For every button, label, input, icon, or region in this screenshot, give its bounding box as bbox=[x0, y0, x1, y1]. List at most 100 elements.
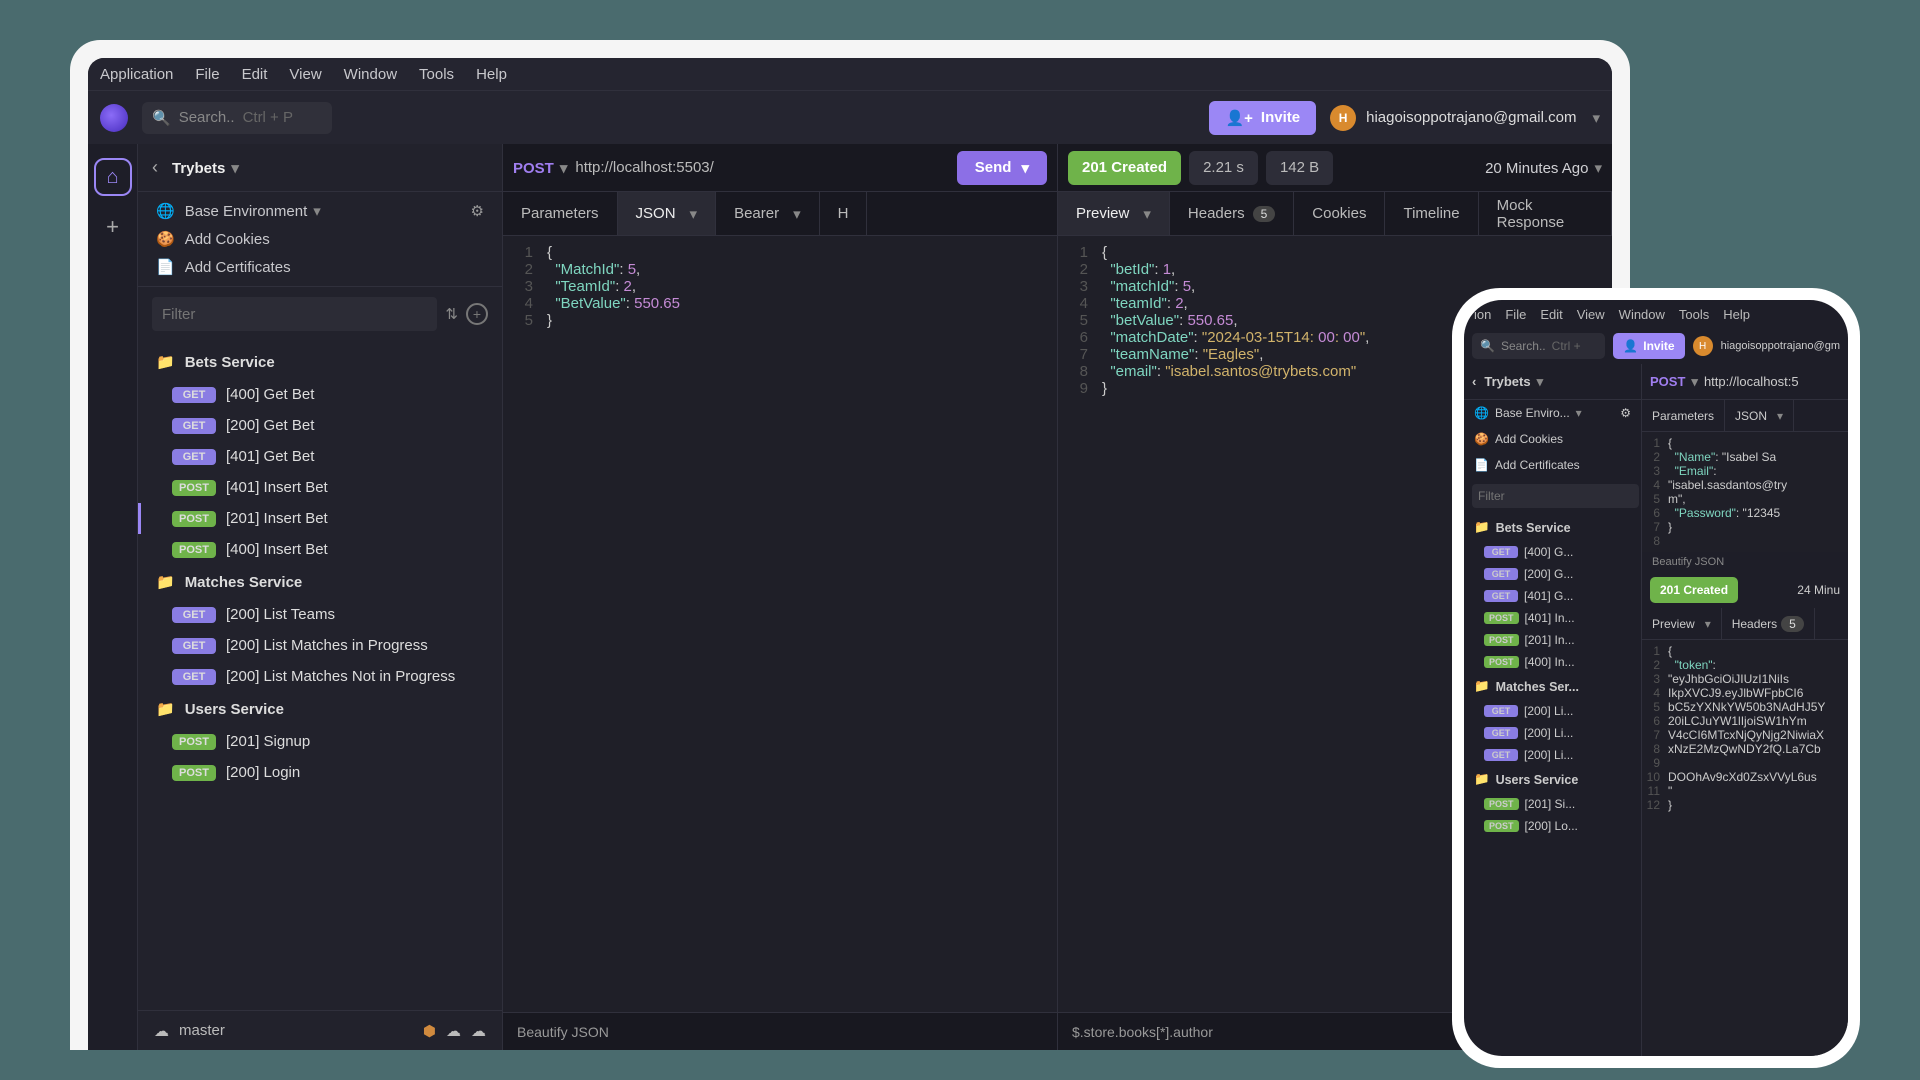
folder[interactable]: 📁Users Service bbox=[1464, 766, 1641, 793]
tab-timeline[interactable]: Timeline bbox=[1385, 192, 1478, 235]
request-item[interactable]: POST[200] Lo... bbox=[1464, 815, 1641, 837]
home-button[interactable]: ⌂ bbox=[94, 158, 132, 196]
back-button[interactable]: ‹ bbox=[152, 157, 158, 178]
tab-cookies[interactable]: Cookies bbox=[1294, 192, 1385, 235]
beautify-json-button[interactable]: Beautify JSON bbox=[517, 1024, 609, 1040]
phone-add-certs[interactable]: 📄Add Certificates bbox=[1464, 452, 1641, 478]
phone-workspace-dropdown[interactable]: Trybets bbox=[1484, 374, 1543, 390]
environment-dropdown[interactable]: 🌐 Base Environment ⚙ bbox=[156, 202, 484, 220]
phone-menu-item[interactable]: View bbox=[1577, 307, 1605, 322]
phone-back-button[interactable]: ‹ bbox=[1472, 374, 1476, 389]
cloud-up-icon[interactable]: ☁ bbox=[446, 1022, 461, 1040]
request-item[interactable]: GET[401] G... bbox=[1464, 585, 1641, 607]
request-item[interactable]: POST[201] Si... bbox=[1464, 793, 1641, 815]
request-item[interactable]: GET[200] G... bbox=[1464, 563, 1641, 585]
gear-icon[interactable]: ⚙ bbox=[471, 202, 484, 220]
phone-method-dropdown[interactable]: POST bbox=[1650, 374, 1698, 390]
filter-input[interactable] bbox=[152, 297, 437, 331]
request-item[interactable]: POST[201] In... bbox=[1464, 629, 1641, 651]
menu-item[interactable]: Help bbox=[476, 66, 507, 83]
tab-headers-trunc[interactable]: H bbox=[820, 192, 868, 235]
phone-tab-headers[interactable]: Headers 5 bbox=[1722, 608, 1815, 639]
menu-item[interactable]: Window bbox=[344, 66, 397, 83]
phone-menu-item[interactable]: Window bbox=[1619, 307, 1665, 322]
request-item[interactable]: GET[401] Get Bet bbox=[138, 441, 502, 472]
request-item[interactable]: GET[200] List Matches Not in Progress bbox=[138, 661, 502, 692]
request-item[interactable]: POST[401] Insert Bet bbox=[138, 472, 502, 503]
phone-invite-button[interactable]: 👤 Invite bbox=[1613, 333, 1684, 359]
workspace-dropdown[interactable]: Trybets bbox=[172, 159, 239, 177]
phone-history[interactable]: 24 Minu bbox=[1797, 583, 1840, 597]
folder[interactable]: 📁Bets Service bbox=[1464, 514, 1641, 541]
tab-resp-headers[interactable]: Headers 5 bbox=[1170, 192, 1294, 235]
phone-menu-item[interactable]: Edit bbox=[1540, 307, 1562, 322]
phone-tab-params[interactable]: Parameters bbox=[1642, 400, 1725, 431]
tab-preview[interactable]: Preview bbox=[1058, 192, 1170, 235]
url-input[interactable]: http://localhost:5503/ bbox=[575, 159, 948, 176]
menu-item[interactable]: Edit bbox=[242, 66, 268, 83]
request-item[interactable]: GET[200] List Matches in Progress bbox=[138, 630, 502, 661]
sort-icon[interactable]: ⇅ bbox=[445, 305, 458, 323]
phone-env-dropdown[interactable]: 🌐 Base Enviro... ⚙ bbox=[1464, 400, 1641, 426]
phone-beautify-button[interactable]: Beautify JSON bbox=[1642, 552, 1848, 572]
request-label: [200] Get Bet bbox=[226, 417, 314, 434]
folder[interactable]: 📁Users Service bbox=[138, 692, 502, 726]
send-button[interactable]: Send ▾ bbox=[957, 151, 1047, 185]
request-item[interactable]: POST[200] Login bbox=[138, 757, 502, 788]
request-item[interactable]: GET[200] Li... bbox=[1464, 744, 1641, 766]
request-item[interactable]: GET[400] G... bbox=[1464, 541, 1641, 563]
request-item[interactable]: POST[201] Signup bbox=[138, 726, 502, 757]
chevron-down-icon[interactable]: ▾ bbox=[1021, 159, 1029, 177]
tab-auth-bearer[interactable]: Bearer bbox=[716, 192, 820, 235]
add-request-button[interactable]: + bbox=[466, 303, 488, 325]
menu-item[interactable]: Application bbox=[100, 66, 173, 83]
invite-button[interactable]: 👤+ Invite bbox=[1209, 101, 1316, 135]
folder-label: Matches Ser... bbox=[1496, 680, 1579, 694]
request-item[interactable]: GET[200] Get Bet bbox=[138, 410, 502, 441]
phone-url-input[interactable]: http://localhost:5 bbox=[1704, 374, 1799, 389]
tab-parameters[interactable]: Parameters bbox=[503, 192, 618, 235]
gear-icon[interactable]: ⚙ bbox=[1620, 406, 1631, 420]
add-certs-button[interactable]: 📄 Add Certificates bbox=[156, 258, 484, 276]
request-item[interactable]: POST[400] Insert Bet bbox=[138, 534, 502, 565]
phone-menu-item[interactable]: Help bbox=[1723, 307, 1750, 322]
new-workspace-button[interactable]: + bbox=[106, 214, 119, 240]
request-item[interactable]: POST[400] In... bbox=[1464, 651, 1641, 673]
http-method-dropdown[interactable]: POST bbox=[513, 159, 567, 177]
tab-body-json[interactable]: JSON bbox=[618, 192, 717, 235]
request-body-editor[interactable]: 1{2 "MatchId": 5,3 "TeamId": 2,4 "BetVal… bbox=[503, 236, 1057, 1012]
phone-tab-json[interactable]: JSON bbox=[1725, 400, 1794, 431]
global-search[interactable]: 🔍 Search.. Ctrl + P bbox=[142, 102, 332, 134]
request-item[interactable]: POST[201] Insert Bet bbox=[138, 503, 502, 534]
request-item[interactable]: GET[200] Li... bbox=[1464, 700, 1641, 722]
phone-filter-input[interactable] bbox=[1472, 484, 1639, 508]
phone-menu-item[interactable]: Tools bbox=[1679, 307, 1709, 322]
request-item[interactable]: GET[200] List Teams bbox=[138, 599, 502, 630]
phone-add-cookies[interactable]: 🍪Add Cookies bbox=[1464, 426, 1641, 452]
request-item[interactable]: POST[401] In... bbox=[1464, 607, 1641, 629]
account-menu[interactable]: H hiagoisoppotrajano@gmail.com bbox=[1330, 105, 1600, 131]
folder[interactable]: 📁Bets Service bbox=[138, 345, 502, 379]
phone-tab-preview[interactable]: Preview bbox=[1642, 608, 1722, 639]
box-icon[interactable]: ⬢ bbox=[423, 1022, 436, 1040]
menu-item[interactable]: Tools bbox=[419, 66, 454, 83]
phone-avatar-icon[interactable]: H bbox=[1693, 336, 1713, 356]
add-cookies-button[interactable]: 🍪 Add Cookies bbox=[156, 230, 484, 248]
phone-menu-item[interactable]: File bbox=[1505, 307, 1526, 322]
git-branch[interactable]: master bbox=[179, 1022, 225, 1039]
request-item[interactable]: GET[400] Get Bet bbox=[138, 379, 502, 410]
folder[interactable]: 📁Matches Service bbox=[138, 565, 502, 599]
cloud-down-icon[interactable]: ☁ bbox=[471, 1022, 486, 1040]
jsonpath-input[interactable]: $.store.books[*].author bbox=[1072, 1024, 1213, 1040]
folder[interactable]: 📁Matches Ser... bbox=[1464, 673, 1641, 700]
phone-cookies-label: Add Cookies bbox=[1495, 432, 1563, 446]
menu-item[interactable]: File bbox=[195, 66, 219, 83]
request-item[interactable]: GET[200] Li... bbox=[1464, 722, 1641, 744]
menu-item[interactable]: View bbox=[289, 66, 321, 83]
phone-menu-item[interactable]: ion bbox=[1474, 307, 1491, 322]
phone-request-body[interactable]: 1{2 "Name": "Isabel Sa3 "Email":4"isabel… bbox=[1642, 432, 1848, 552]
tab-mock-response[interactable]: Mock Response bbox=[1479, 192, 1612, 235]
phone-search[interactable]: 🔍 Search.. Ctrl + bbox=[1472, 333, 1605, 359]
history-dropdown[interactable]: 20 Minutes Ago bbox=[1485, 159, 1602, 177]
phone-response-status: 201 Created bbox=[1650, 577, 1738, 603]
